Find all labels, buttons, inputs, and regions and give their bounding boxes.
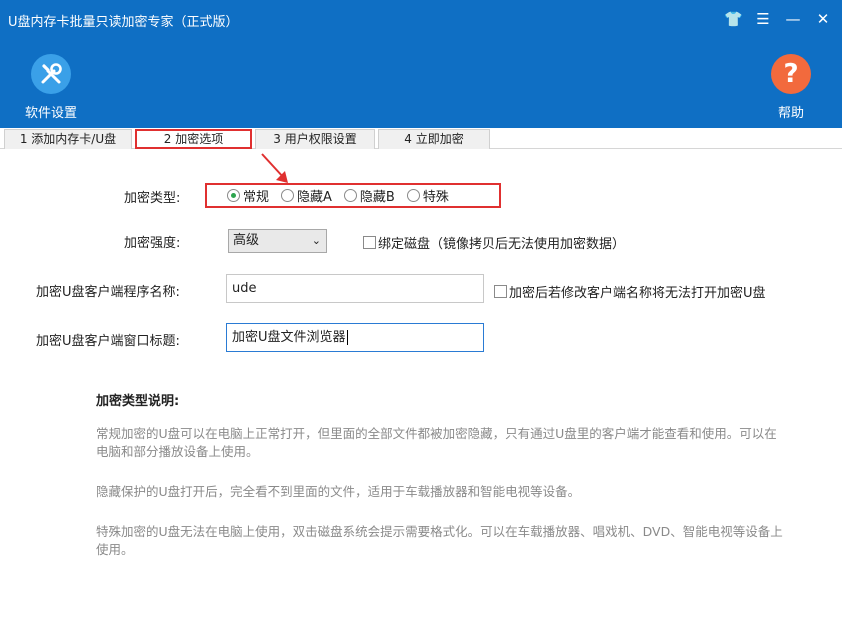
- rename-warning-label: 加密后若修改客户端名称将无法打开加密U盘: [509, 286, 766, 301]
- radio-normal-label: 常规: [243, 190, 270, 205]
- tab-encrypt-now[interactable]: 4 立即加密: [378, 129, 490, 149]
- description-title: 加密类型说明:: [96, 394, 180, 409]
- radio-hidden-a[interactable]: 隐藏A: [281, 186, 332, 205]
- encrypt-type-radio-group: 常规 隐藏A 隐藏B 特殊: [205, 183, 501, 208]
- radio-hidden-b-dot[interactable]: [343, 189, 357, 202]
- rename-warning-checkbox[interactable]: 加密后若修改客户端名称将无法打开加密U盘: [494, 282, 766, 301]
- help-label: 帮助: [777, 106, 804, 121]
- description-special: 特殊加密的U盘无法在电脑上使用，双击磁盘系统会提示需要格式化。可以在车载播放器、…: [96, 524, 783, 557]
- bind-disk-label: 绑定磁盘（镜像拷贝后无法使用加密数据）: [378, 237, 626, 252]
- radio-hidden-a-label: 隐藏A: [297, 190, 332, 205]
- client-name-label: 加密U盘客户端程序名称:: [36, 285, 180, 300]
- radio-normal[interactable]: 常规: [227, 186, 269, 205]
- description-normal: 常规加密的U盘可以在电脑上正常打开，但里面的全部文件都被加密隐藏，只有通过U盘里…: [96, 426, 777, 459]
- chevron-down-icon: ⌄: [311, 234, 321, 247]
- radio-hidden-b-label: 隐藏B: [359, 190, 395, 205]
- settings-label: 软件设置: [24, 106, 77, 121]
- help-button[interactable]: ? 帮助: [751, 54, 831, 121]
- strength-label: 加密强度:: [124, 236, 181, 251]
- settings-button[interactable]: 软件设置: [11, 54, 91, 121]
- strength-value: 高级: [233, 233, 260, 248]
- annotation-arrow-icon: [261, 153, 288, 183]
- window-controls: 👕 ☰ — ✕: [724, 10, 832, 28]
- bind-disk-box[interactable]: [363, 236, 376, 249]
- question-mark-icon: ?: [771, 54, 811, 94]
- close-icon[interactable]: ✕: [814, 10, 832, 28]
- encrypt-type-label: 加密类型:: [124, 191, 181, 206]
- radio-hidden-a-dot[interactable]: [281, 189, 295, 202]
- description-hidden: 隐藏保护的U盘打开后，完全看不到里面的文件，适用于车载播放器和智能电视等设备。: [96, 484, 581, 499]
- menu-icon[interactable]: ☰: [754, 10, 772, 28]
- window-title-value: 加密U盘文件浏览器: [232, 330, 346, 345]
- text-caret: [346, 330, 348, 345]
- radio-special-dot[interactable]: [406, 189, 420, 202]
- tab-encrypt-options[interactable]: 2 加密选项: [135, 129, 252, 149]
- app-header: U盘内存卡批量只读加密专家（正式版） 👕 ☰ — ✕ 软件设置 ? 帮助: [0, 0, 842, 128]
- radio-special[interactable]: 特殊: [406, 186, 449, 205]
- tab-add-card[interactable]: 1 添加内存卡/U盘: [4, 129, 132, 149]
- window-title-input[interactable]: 加密U盘文件浏览器: [226, 323, 484, 352]
- window-title-label: 加密U盘客户端窗口标题:: [36, 334, 180, 349]
- rename-warning-box[interactable]: [494, 285, 507, 298]
- radio-normal-dot[interactable]: [227, 189, 240, 202]
- minimize-icon[interactable]: —: [784, 10, 802, 28]
- client-name-input[interactable]: ude: [226, 274, 484, 303]
- radio-hidden-b[interactable]: 隐藏B: [343, 186, 395, 205]
- wrench-screwdriver-icon: [31, 54, 71, 94]
- strength-select[interactable]: 高级 ⌄: [228, 229, 327, 253]
- radio-special-label: 特殊: [422, 190, 449, 205]
- window-title: U盘内存卡批量只读加密专家（正式版）: [8, 15, 239, 30]
- tab-bar: 1 添加内存卡/U盘 2 加密选项 3 用户权限设置 4 立即加密: [0, 128, 842, 149]
- skin-icon[interactable]: 👕: [724, 10, 743, 28]
- tab-user-permissions[interactable]: 3 用户权限设置: [255, 129, 375, 149]
- bind-disk-checkbox[interactable]: 绑定磁盘（镜像拷贝后无法使用加密数据）: [363, 233, 625, 252]
